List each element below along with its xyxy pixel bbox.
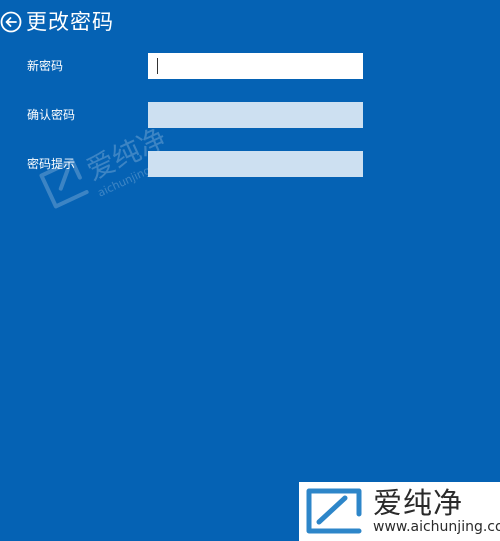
logo-name: 爱纯净	[373, 486, 464, 520]
password-hint-row: 密码提示	[0, 151, 500, 177]
new-password-row: 新密码	[0, 53, 500, 79]
password-hint-label: 密码提示	[27, 157, 76, 171]
watermark-logo: 爱纯净 aichunjing.com	[39, 121, 177, 209]
confirm-password-row: 确认密码	[0, 102, 500, 128]
back-arrow-circle-icon[interactable]	[0, 11, 22, 33]
site-logo: 爱纯净 www.aichunjing.com	[299, 482, 500, 541]
confirm-password-input[interactable]	[148, 102, 363, 128]
new-password-input[interactable]	[148, 53, 363, 79]
password-hint-input[interactable]	[148, 151, 363, 177]
logo-domain: www.aichunjing.com	[373, 519, 500, 535]
new-password-label: 新密码	[27, 59, 64, 73]
logo-mark-icon	[306, 488, 362, 534]
page-title: 更改密码	[26, 10, 114, 34]
page-header: 更改密码	[0, 6, 114, 38]
confirm-password-label: 确认密码	[27, 108, 76, 122]
